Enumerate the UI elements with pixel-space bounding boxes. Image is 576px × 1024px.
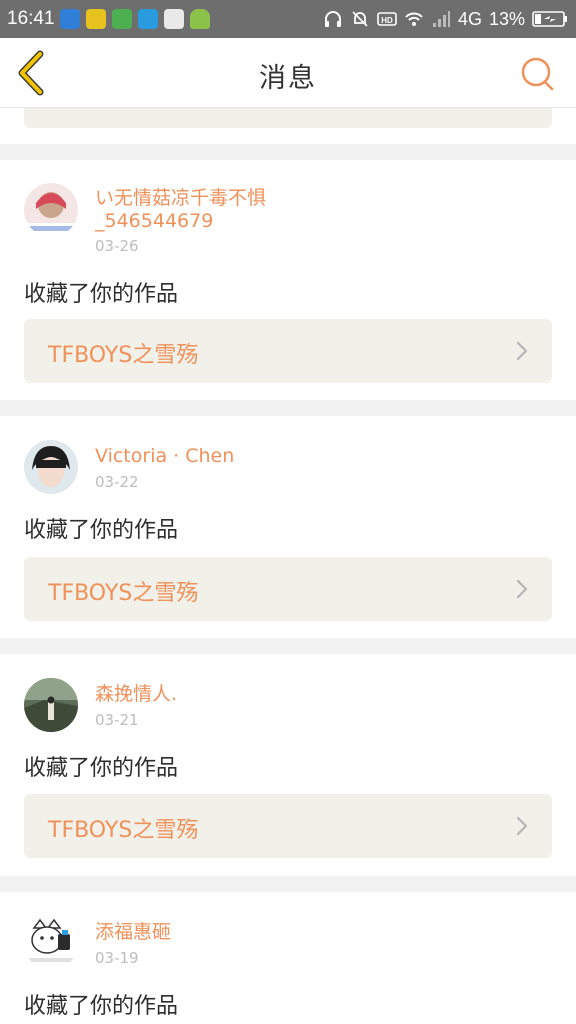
message-action: 收藏了你的作品 bbox=[24, 994, 179, 1019]
message-date: 03-26 bbox=[95, 237, 139, 255]
chevron-right-icon bbox=[516, 341, 528, 361]
battery-label: 13% bbox=[488, 8, 525, 29]
status-bar: 16:41 HD 4G 13% bbox=[0, 0, 576, 38]
username[interactable]: い无情菇凉千毒不惧_546544679 bbox=[95, 187, 335, 233]
message-action: 收藏了你的作品 bbox=[24, 282, 179, 307]
work-link[interactable]: TFBOYS之雪殇 bbox=[24, 794, 552, 858]
status-right: HD 4G 13% bbox=[323, 7, 568, 31]
search-icon bbox=[521, 57, 554, 91]
work-title: TFBOYS之雪殇 bbox=[48, 818, 199, 843]
avatar-image bbox=[24, 678, 78, 732]
avatar[interactable] bbox=[24, 440, 78, 494]
work-link[interactable]: TFBOYS之雪殇 bbox=[24, 319, 552, 383]
signal-icon bbox=[432, 11, 450, 27]
message-action: 收藏了你的作品 bbox=[24, 756, 179, 781]
avatar-image bbox=[24, 183, 78, 237]
message-card: い无情菇凉千毒不惧_546544679 03-26 收藏了你的作品 TFBOYS… bbox=[0, 160, 576, 400]
chevron-right-icon bbox=[516, 579, 528, 599]
mute-icon bbox=[352, 11, 368, 27]
message-card: 森挽情人. 03-21 收藏了你的作品 TFBOYS之雪殇 bbox=[0, 654, 576, 876]
battery-icon bbox=[532, 11, 567, 27]
hd-icon: HD bbox=[377, 12, 397, 26]
app-icon-1 bbox=[60, 9, 80, 29]
username[interactable]: 添福惠砸 bbox=[95, 921, 335, 944]
app-icon-2 bbox=[86, 9, 106, 29]
message-date: 03-21 bbox=[95, 711, 139, 729]
avatar-image bbox=[24, 440, 78, 494]
message-date: 03-19 bbox=[95, 949, 139, 967]
search-button[interactable] bbox=[516, 52, 560, 96]
avatar[interactable] bbox=[24, 916, 78, 970]
page-title: 消息 bbox=[259, 63, 317, 94]
svg-text:HD: HD bbox=[381, 16, 393, 25]
wifi-icon bbox=[405, 12, 423, 26]
app-icon-5 bbox=[164, 9, 184, 29]
app-icon-4 bbox=[138, 9, 158, 29]
message-action: 收藏了你的作品 bbox=[24, 518, 179, 543]
username[interactable]: Victoria · Chen bbox=[95, 445, 335, 468]
app-icon-3 bbox=[112, 9, 132, 29]
username[interactable]: 森挽情人. bbox=[95, 683, 335, 706]
work-link[interactable]: TFBOYS之雪殇 bbox=[24, 557, 552, 621]
avatar[interactable] bbox=[24, 183, 78, 237]
chevron-right-icon bbox=[516, 816, 528, 836]
work-link-partial[interactable] bbox=[24, 108, 552, 128]
android-icon bbox=[190, 9, 210, 29]
message-card: 添福惠砸 03-19 收藏了你的作品 bbox=[0, 892, 576, 1024]
notification-icons bbox=[60, 9, 210, 29]
nav-bar: 消息 bbox=[0, 38, 576, 108]
work-title: TFBOYS之雪殇 bbox=[48, 343, 199, 368]
work-title: TFBOYS之雪殇 bbox=[48, 581, 199, 606]
avatar-image bbox=[24, 916, 78, 970]
message-date: 03-22 bbox=[95, 473, 139, 491]
status-time: 16:41 bbox=[7, 8, 55, 29]
previous-card-partial bbox=[0, 108, 576, 144]
network-label: 4G bbox=[457, 8, 482, 29]
avatar[interactable] bbox=[24, 678, 78, 732]
headphones-icon bbox=[324, 11, 341, 27]
message-card: Victoria · Chen 03-22 收藏了你的作品 TFBOYS之雪殇 bbox=[0, 416, 576, 638]
